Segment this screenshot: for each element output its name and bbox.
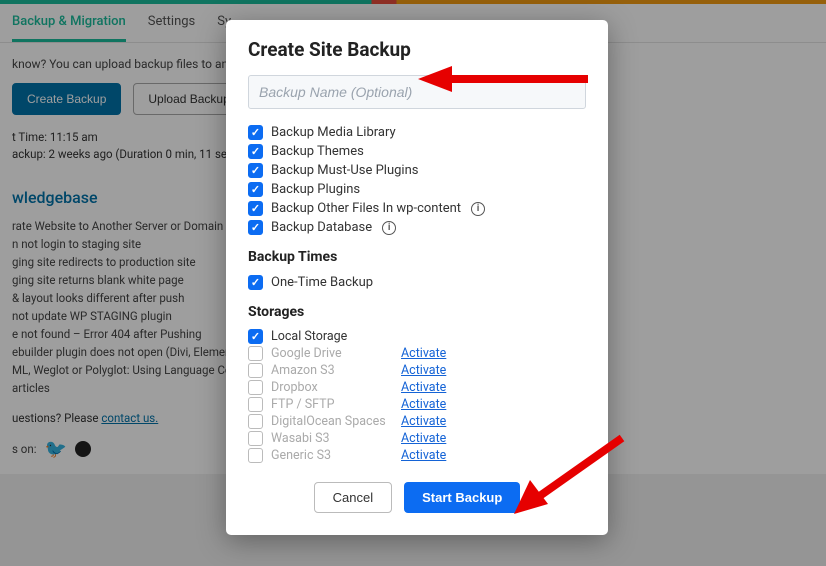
check-plugins[interactable] xyxy=(248,182,263,197)
backup-name-input[interactable] xyxy=(248,75,586,109)
check-muplugins-label: Backup Must-Use Plugins xyxy=(271,163,418,178)
activate-wasabi[interactable]: Activate xyxy=(401,431,446,446)
activate-ftp[interactable]: Activate xyxy=(401,397,446,412)
check-themes-label: Backup Themes xyxy=(271,144,364,159)
check-media-label: Backup Media Library xyxy=(271,125,396,140)
check-onetime[interactable] xyxy=(248,275,263,290)
activate-gdrive[interactable]: Activate xyxy=(401,346,446,361)
start-backup-button[interactable]: Start Backup xyxy=(404,482,520,513)
check-otherfiles-label: Backup Other Files In wp-content xyxy=(271,201,461,216)
check-amazon xyxy=(248,363,263,378)
check-plugins-label: Backup Plugins xyxy=(271,182,360,197)
check-wasabi xyxy=(248,431,263,446)
storage-do: DigitalOcean Spaces xyxy=(271,414,393,429)
storage-wasabi: Wasabi S3 xyxy=(271,431,393,446)
check-themes[interactable] xyxy=(248,144,263,159)
storage-dropbox: Dropbox xyxy=(271,380,393,395)
check-generic xyxy=(248,448,263,463)
storage-gdrive: Google Drive xyxy=(271,346,393,361)
check-database[interactable] xyxy=(248,220,263,235)
check-muplugins[interactable] xyxy=(248,163,263,178)
info-icon[interactable] xyxy=(382,221,396,235)
modal-title: Create Site Backup xyxy=(248,38,586,61)
activate-do[interactable]: Activate xyxy=(401,414,446,429)
check-ftp xyxy=(248,397,263,412)
backup-times-title: Backup Times xyxy=(248,249,586,265)
activate-amazon[interactable]: Activate xyxy=(401,363,446,378)
check-database-label: Backup Database xyxy=(271,220,372,235)
info-icon[interactable] xyxy=(471,202,485,216)
check-dropbox xyxy=(248,380,263,395)
check-onetime-label: One-Time Backup xyxy=(271,275,373,290)
check-local-storage[interactable] xyxy=(248,329,263,344)
create-backup-modal: Create Site Backup Backup Media Library … xyxy=(226,20,608,535)
storage-amazon: Amazon S3 xyxy=(271,363,393,378)
activate-dropbox[interactable]: Activate xyxy=(401,380,446,395)
activate-generic[interactable]: Activate xyxy=(401,448,446,463)
storage-local: Local Storage xyxy=(271,329,393,344)
storages-title: Storages xyxy=(248,304,586,320)
check-gdrive xyxy=(248,346,263,361)
storage-ftp: FTP / SFTP xyxy=(271,397,393,412)
cancel-button[interactable]: Cancel xyxy=(314,482,392,513)
check-media[interactable] xyxy=(248,125,263,140)
storage-generic: Generic S3 xyxy=(271,448,393,463)
check-otherfiles[interactable] xyxy=(248,201,263,216)
check-do xyxy=(248,414,263,429)
